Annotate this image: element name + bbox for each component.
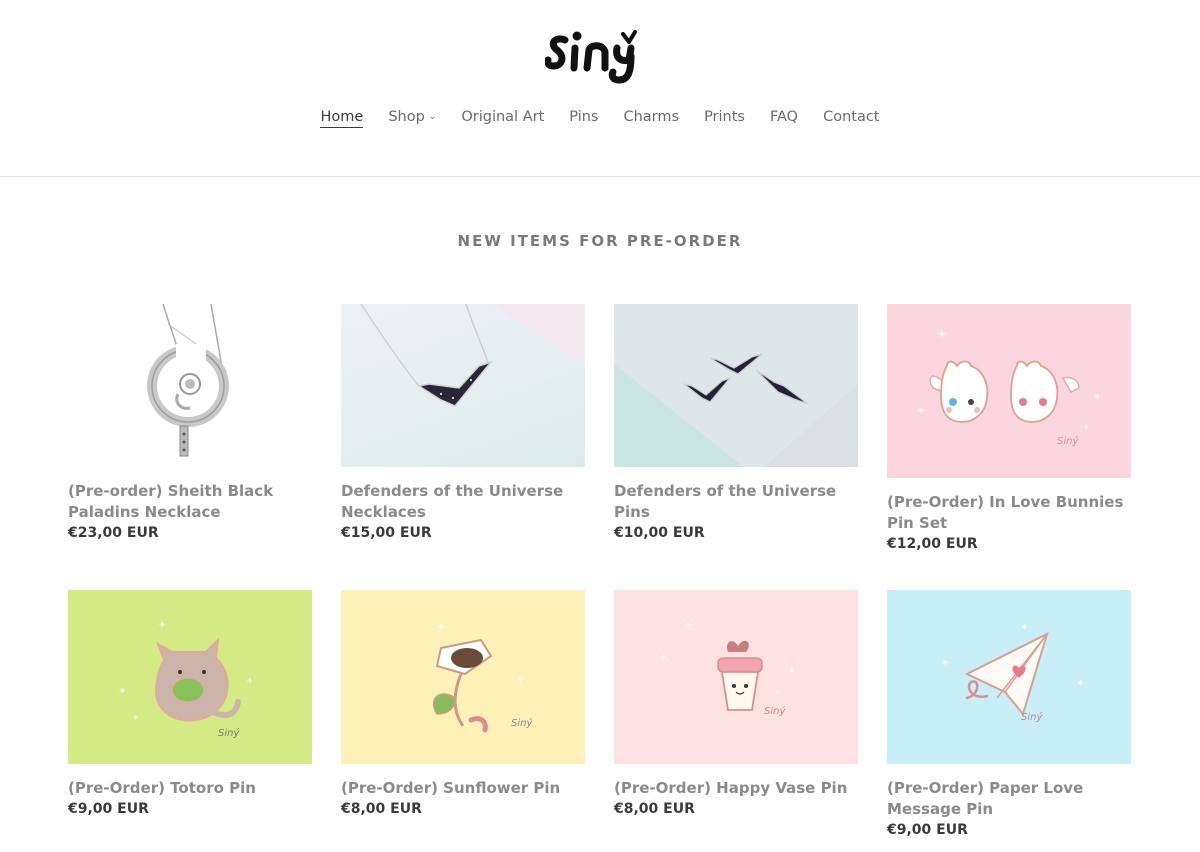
svg-text:✦: ✦ bbox=[246, 677, 254, 687]
svg-text:Siný: Siný bbox=[1057, 435, 1079, 447]
svg-text:✦: ✦ bbox=[158, 620, 166, 631]
product-card[interactable]: (Pre-order) Sheith Black Paladins Neckla… bbox=[68, 304, 312, 544]
product-card[interactable]: Defenders of the Universe Necklaces €15,… bbox=[341, 304, 585, 544]
product-price: €23,00 EUR bbox=[68, 525, 159, 541]
brand-logo[interactable] bbox=[0, 22, 1200, 90]
nav-original-art-label: Original Art bbox=[461, 109, 545, 125]
nav-item-faq[interactable]: FAQ bbox=[757, 106, 810, 128]
product-image-happy-vase[interactable]: ✦ ✦ ✦ ✦ Siný bbox=[614, 590, 858, 764]
svg-text:✦: ✦ bbox=[132, 713, 139, 722]
svg-text:✦: ✦ bbox=[774, 687, 781, 696]
nav-item-contact[interactable]: Contact bbox=[811, 106, 892, 128]
header-divider bbox=[0, 176, 1200, 177]
product-card[interactable]: ✦ ✦ ✦ Siný (Pre-Order) Paper Love Message … bbox=[887, 590, 1131, 841]
product-image-sunflower[interactable]: ✦ ✦ Siný bbox=[341, 590, 585, 764]
product-card[interactable]: ✦ ✦ ✦ ✦ Siný (Pre-Order) Totoro Pin €9,00 E… bbox=[68, 590, 312, 820]
logo-wordmark bbox=[545, 30, 637, 84]
product-title[interactable]: (Pre-Order) Sunflower Pin bbox=[341, 778, 585, 799]
nav-pins-label: Pins bbox=[569, 109, 599, 125]
nav-charms-label: Charms bbox=[623, 109, 680, 125]
svg-text:✦: ✦ bbox=[660, 653, 668, 663]
nav-item-prints[interactable]: Prints bbox=[692, 106, 758, 128]
nav-faq-label: FAQ bbox=[769, 109, 799, 125]
product-title[interactable]: Defenders of the Universe Pins bbox=[614, 481, 858, 523]
product-title[interactable]: (Pre-Order) Paper Love Message Pin bbox=[887, 778, 1131, 820]
product-card[interactable]: ✦ ✦ Siný (Pre-Order) Sunflower Pin €8,00 … bbox=[341, 590, 585, 820]
svg-text:✦: ✦ bbox=[788, 667, 796, 677]
svg-text:✦: ✦ bbox=[1083, 423, 1090, 432]
product-image-totoro[interactable]: ✦ ✦ ✦ ✦ Siný bbox=[68, 590, 312, 764]
product-image-dotu-necklace[interactable] bbox=[341, 304, 585, 467]
product-price: €8,00 EUR bbox=[614, 801, 695, 817]
product-image-paper-plane[interactable]: ✦ ✦ ✦ Siný bbox=[887, 590, 1131, 764]
nav-prints-label: Prints bbox=[704, 109, 745, 125]
svg-text:✦: ✦ bbox=[1093, 392, 1101, 403]
product-title[interactable]: Defenders of the Universe Necklaces bbox=[341, 481, 585, 523]
nav-item-home[interactable]: Home bbox=[308, 106, 376, 128]
product-price: €15,00 EUR bbox=[341, 525, 432, 541]
product-price: €9,00 EUR bbox=[887, 822, 968, 838]
product-title[interactable]: (Pre-Order) In Love Bunnies Pin Set bbox=[887, 492, 1131, 534]
product-image-sheith-necklace[interactable] bbox=[68, 304, 312, 467]
svg-text:✦: ✦ bbox=[684, 620, 692, 631]
chevron-down-icon: ⌄ bbox=[428, 112, 437, 122]
product-card[interactable]: ✦ ✦ ✦ ✦ Siný (Pre-Order) Happy Vase Pin €8,… bbox=[614, 590, 858, 820]
product-price: €9,00 EUR bbox=[68, 801, 149, 817]
nav-item-pins[interactable]: Pins bbox=[557, 106, 611, 128]
product-title[interactable]: (Pre-Order) Happy Vase Pin bbox=[614, 778, 858, 799]
svg-text:✦: ✦ bbox=[917, 406, 925, 417]
product-card[interactable]: ✦ ✦ ✦ ✦ Siný (Pre-Order) In Love Bunnies Pi… bbox=[887, 304, 1131, 555]
nav-item-shop[interactable]: Shop ⌄ bbox=[376, 106, 449, 128]
nav-home-label: Home bbox=[320, 109, 364, 128]
svg-text:✦: ✦ bbox=[517, 675, 525, 685]
product-price: €12,00 EUR bbox=[887, 536, 978, 552]
main-nav: Home Shop ⌄ Original Art Pins Charms Prin… bbox=[0, 106, 1200, 128]
nav-item-charms[interactable]: Charms bbox=[611, 106, 692, 128]
svg-text:Siný: Siný bbox=[218, 727, 240, 739]
svg-text:Siný: Siný bbox=[511, 717, 533, 729]
product-title[interactable]: (Pre-Order) Totoro Pin bbox=[68, 778, 312, 799]
product-price: €8,00 EUR bbox=[341, 801, 422, 817]
nav-item-original-art[interactable]: Original Art bbox=[449, 106, 557, 128]
svg-text:✦: ✦ bbox=[941, 658, 949, 669]
product-price: €10,00 EUR bbox=[614, 525, 705, 541]
svg-text:Siný: Siný bbox=[764, 705, 786, 717]
product-card[interactable]: Defenders of the Universe Pins €10,00 EU… bbox=[614, 304, 858, 544]
svg-text:✦: ✦ bbox=[1021, 623, 1029, 633]
product-image-bunnies[interactable]: ✦ ✦ ✦ ✦ Siný bbox=[887, 304, 1131, 478]
svg-text:✦: ✦ bbox=[937, 327, 947, 341]
product-title[interactable]: (Pre-order) Sheith Black Paladins Neckla… bbox=[68, 481, 312, 523]
section-title: NEW ITEMS FOR PRE-ORDER bbox=[457, 232, 743, 250]
product-image-dotu-pins[interactable] bbox=[614, 304, 858, 467]
svg-text:✦: ✦ bbox=[437, 622, 445, 633]
svg-text:Siný: Siný bbox=[1021, 711, 1043, 723]
svg-text:✦: ✦ bbox=[118, 686, 126, 697]
nav-contact-label: Contact bbox=[823, 109, 880, 125]
nav-shop-label: Shop bbox=[388, 109, 425, 125]
svg-text:✦: ✦ bbox=[1077, 679, 1085, 689]
